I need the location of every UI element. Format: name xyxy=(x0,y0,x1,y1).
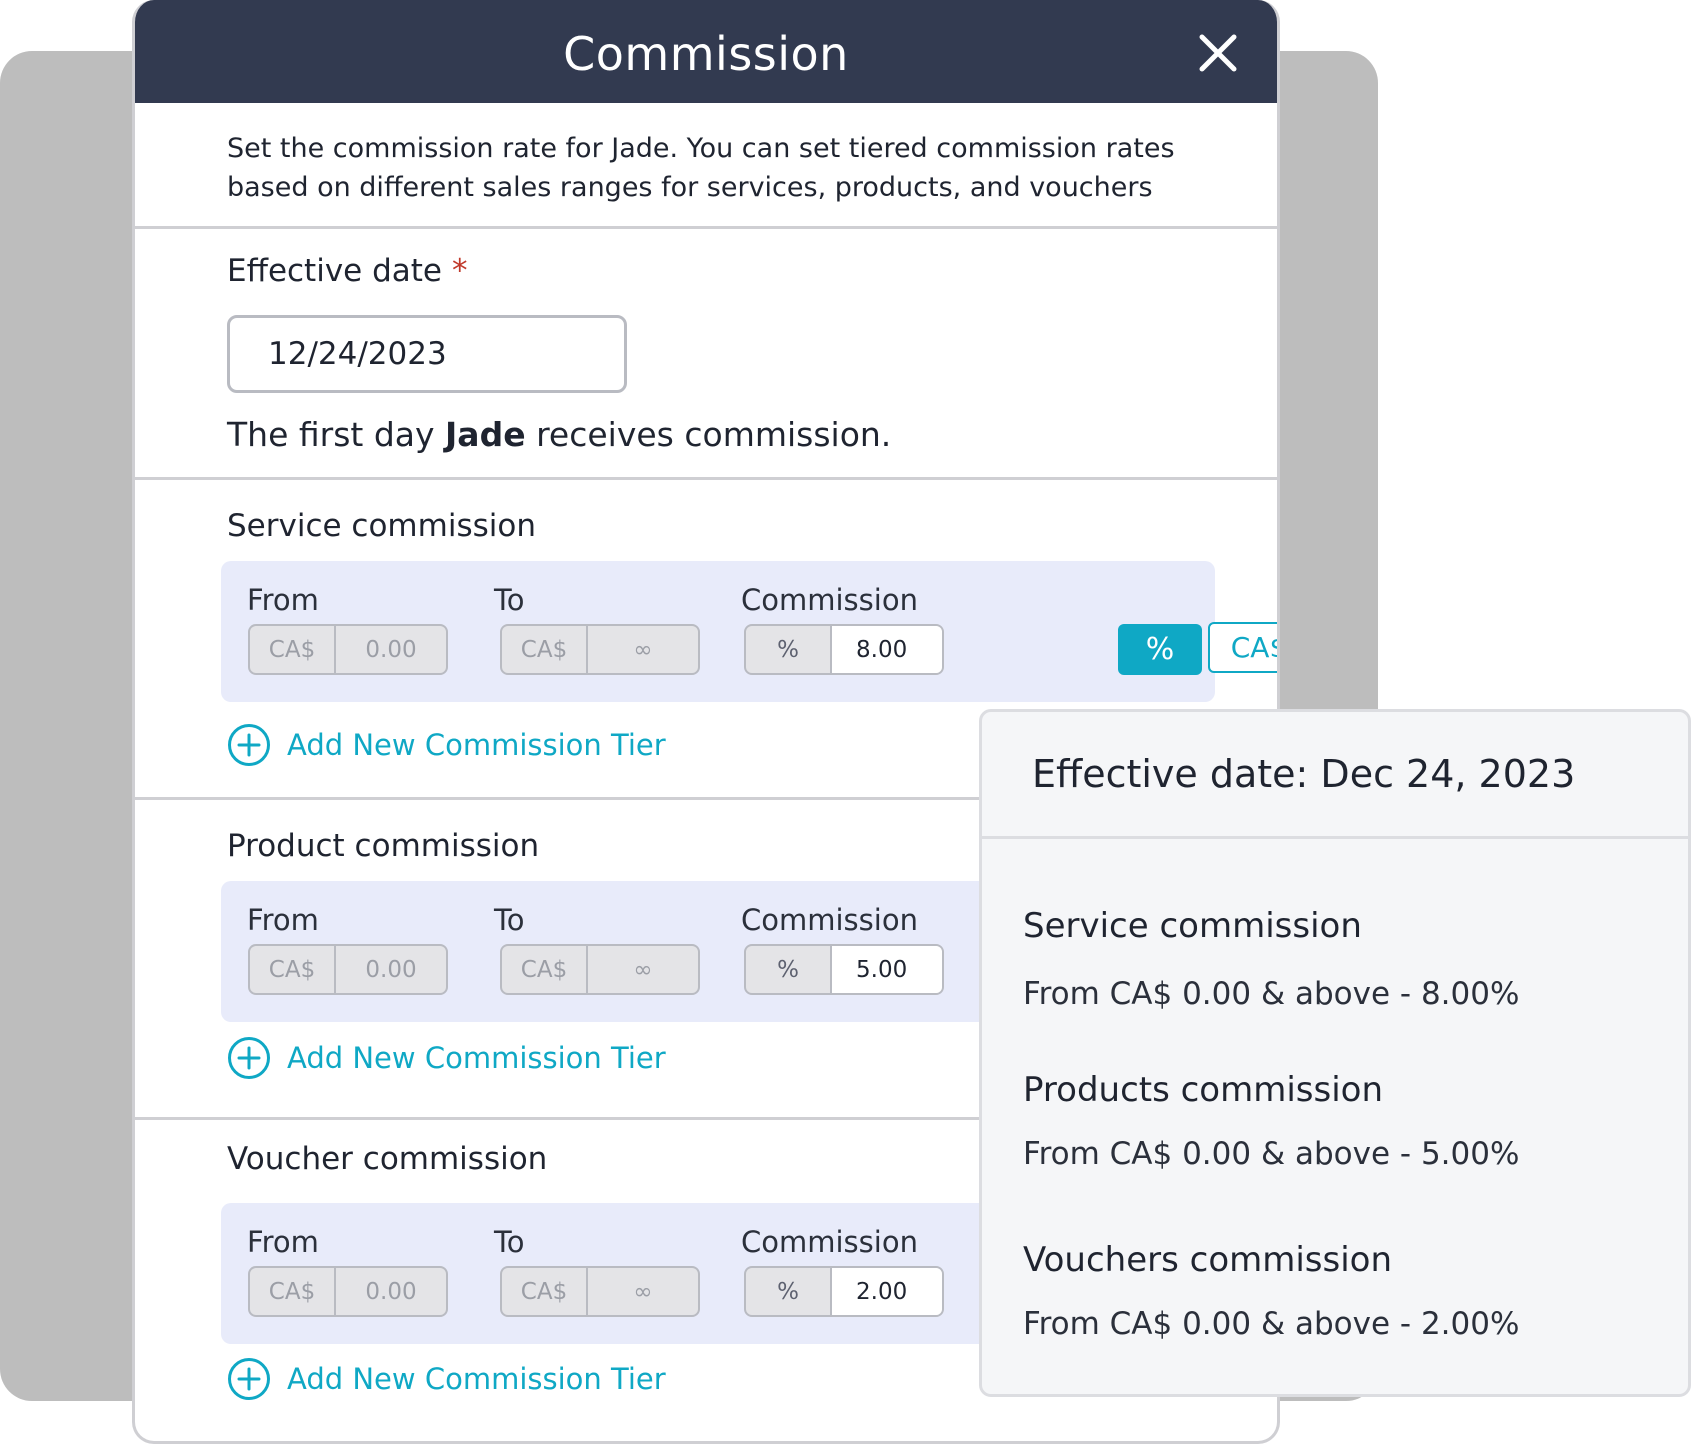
from-value: 0.00 xyxy=(365,636,417,663)
section-title: Product commission xyxy=(227,828,540,864)
modal-header: Commission xyxy=(135,0,1277,103)
add-tier-label: Add New Commission Tier xyxy=(287,728,666,762)
percent-prefix: % xyxy=(746,1268,832,1315)
effective-date-label-text: Effective date xyxy=(227,253,443,289)
to-field[interactable]: CA$ ∞ xyxy=(500,624,700,675)
percent-toggle-button[interactable]: % xyxy=(1118,624,1202,675)
from-label: From xyxy=(247,903,319,937)
summary-heading-vouchers: Vouchers commission xyxy=(1023,1240,1393,1280)
commission-value: 2.00 xyxy=(832,1268,942,1315)
to-label: To xyxy=(494,1225,525,1259)
plus-circle-icon xyxy=(228,1358,270,1400)
plus-circle-icon xyxy=(228,724,270,766)
add-tier-button[interactable]: Add New Commission Tier xyxy=(227,1357,666,1401)
close-icon xyxy=(1199,34,1237,72)
commission-field[interactable]: % 5.00 xyxy=(744,944,944,995)
percent-prefix: % xyxy=(746,626,832,673)
commission-field[interactable]: % 8.00 xyxy=(744,624,944,675)
required-mark: * xyxy=(452,253,468,289)
commission-field[interactable]: % 2.00 xyxy=(744,1266,944,1317)
from-label: From xyxy=(247,1225,319,1259)
currency-toggle-button[interactable]: CA$ xyxy=(1208,622,1277,673)
infinity-icon: ∞ xyxy=(633,636,653,663)
commission-summary-panel: Effective date: Dec 24, 2023 Service com… xyxy=(979,709,1691,1397)
to-field[interactable]: CA$ ∞ xyxy=(500,944,700,995)
summary-title: Effective date: Dec 24, 2023 xyxy=(1032,752,1576,796)
effective-date-input[interactable] xyxy=(227,315,627,393)
help-prefix: The first day xyxy=(227,415,446,454)
help-staff-name: Jade xyxy=(445,415,526,454)
summary-line-service: From CA$ 0.00 & above - 8.00% xyxy=(1023,976,1520,1012)
from-field[interactable]: CA$ 0.00 xyxy=(248,624,448,675)
summary-heading-service: Service commission xyxy=(1023,906,1362,946)
stage: Commission Set the commission rate for J… xyxy=(0,0,1692,1446)
effective-date-label: Effective date * xyxy=(227,251,468,291)
commission-value: 8.00 xyxy=(832,626,942,673)
summary-line-products: From CA$ 0.00 & above - 5.00% xyxy=(1023,1136,1520,1172)
from-value: 0.00 xyxy=(365,1278,417,1305)
to-label: To xyxy=(494,583,525,617)
tier-row: From To Commission CA$ 0.00 CA$ ∞ % 8.00… xyxy=(221,561,1277,702)
intro-section: Set the commission rate for Jade. You ca… xyxy=(135,103,1277,229)
commission-label: Commission xyxy=(741,583,918,617)
currency-prefix: CA$ xyxy=(502,1268,588,1315)
summary-header: Effective date: Dec 24, 2023 xyxy=(982,712,1688,839)
summary-heading-products: Products commission xyxy=(1023,1070,1384,1110)
from-value: 0.00 xyxy=(365,956,417,983)
summary-line-vouchers: From CA$ 0.00 & above - 2.00% xyxy=(1023,1306,1520,1342)
from-field[interactable]: CA$ 0.00 xyxy=(248,944,448,995)
currency-prefix: CA$ xyxy=(250,626,336,673)
modal-title: Commission xyxy=(563,27,849,81)
infinity-icon: ∞ xyxy=(633,1278,653,1305)
to-label: To xyxy=(494,903,525,937)
currency-prefix: CA$ xyxy=(502,626,588,673)
effective-date-section: Effective date* The first day Jade recei… xyxy=(135,229,1277,480)
add-tier-label: Add New Commission Tier xyxy=(287,1362,666,1396)
effective-date-help: The first day Jade receives commission. xyxy=(227,413,891,457)
add-tier-button[interactable]: Add New Commission Tier xyxy=(227,723,666,767)
from-label: From xyxy=(247,583,319,617)
intro-text: Set the commission rate for Jade. You ca… xyxy=(227,133,1175,203)
commission-label: Commission xyxy=(741,1225,918,1259)
currency-prefix: CA$ xyxy=(250,946,336,993)
section-title: Service commission xyxy=(227,508,536,544)
to-field[interactable]: CA$ ∞ xyxy=(500,1266,700,1317)
add-tier-label: Add New Commission Tier xyxy=(287,1041,666,1075)
add-tier-button[interactable]: Add New Commission Tier xyxy=(227,1036,666,1080)
commission-label: Commission xyxy=(741,903,918,937)
help-suffix: receives commission. xyxy=(525,415,892,454)
percent-prefix: % xyxy=(746,946,832,993)
plus-circle-icon xyxy=(228,1037,270,1079)
commission-value: 5.00 xyxy=(832,946,942,993)
currency-prefix: CA$ xyxy=(250,1268,336,1315)
close-button[interactable] xyxy=(1197,32,1239,74)
currency-prefix: CA$ xyxy=(502,946,588,993)
infinity-icon: ∞ xyxy=(633,956,653,983)
from-field[interactable]: CA$ 0.00 xyxy=(248,1266,448,1317)
section-title: Voucher commission xyxy=(227,1141,548,1177)
